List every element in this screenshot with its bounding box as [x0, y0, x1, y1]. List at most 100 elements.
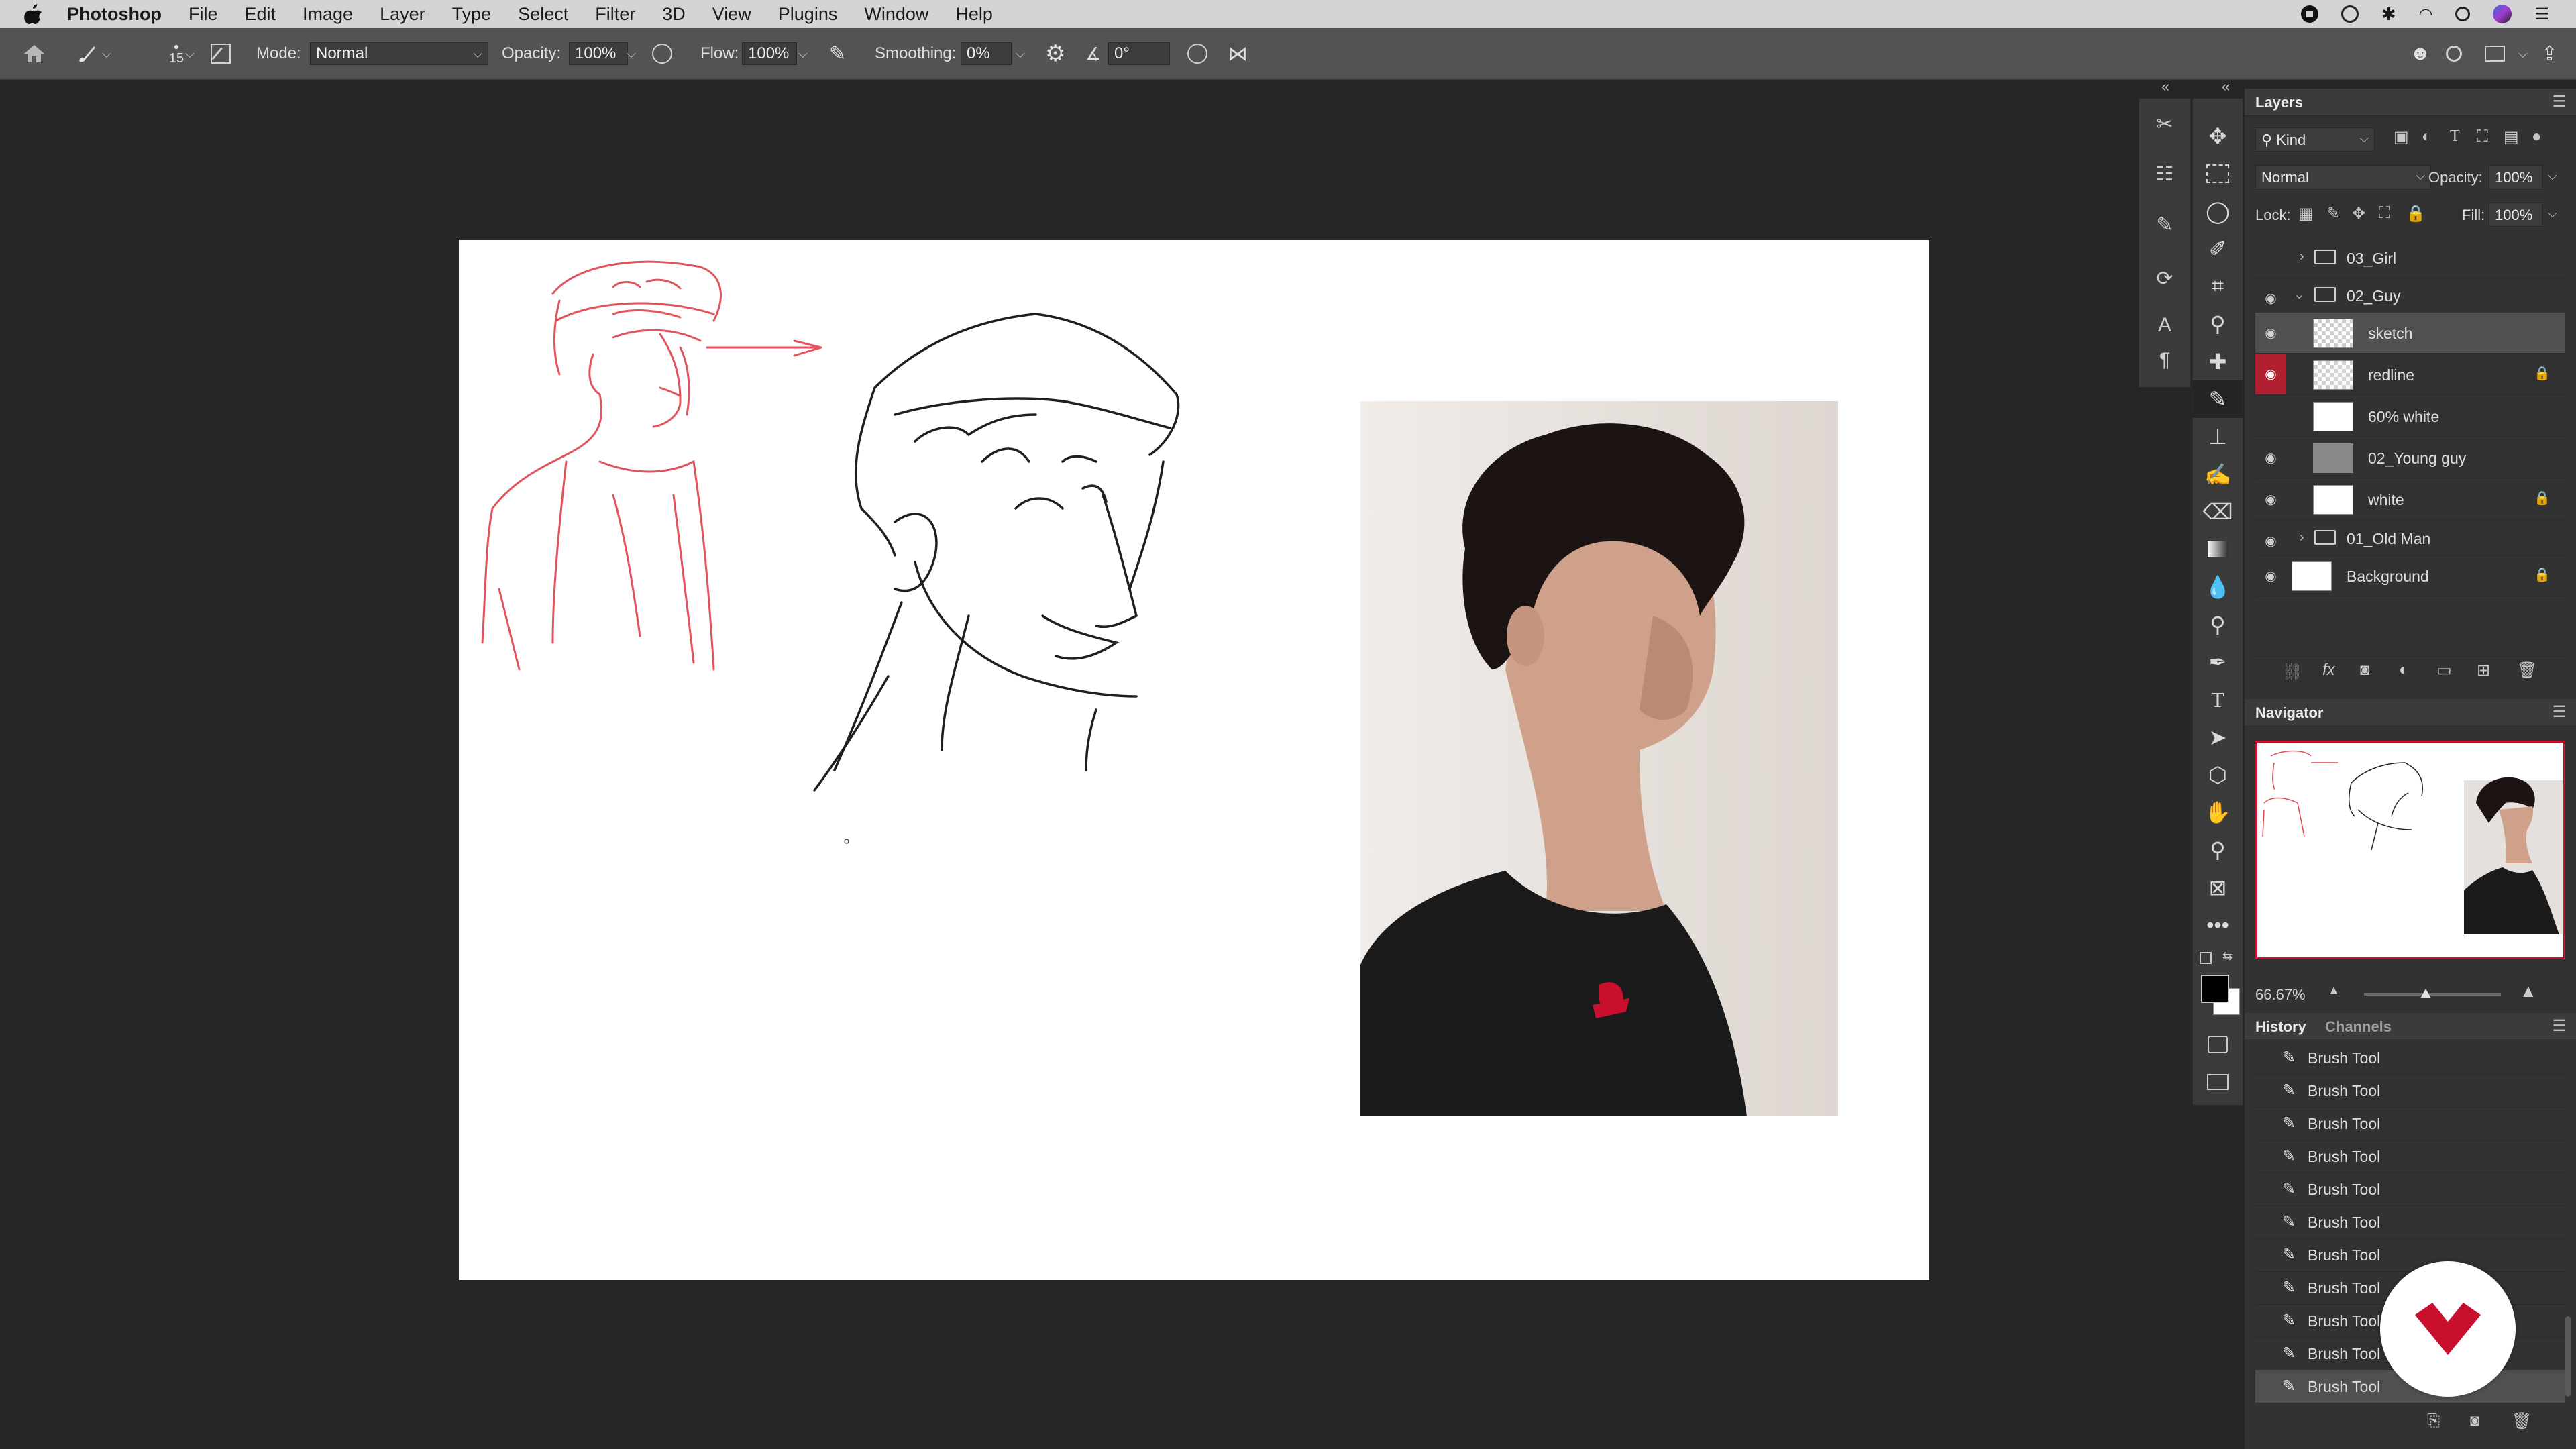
document-canvas[interactable]: [459, 240, 1929, 1280]
link-layers-icon[interactable]: ⛓: [2282, 662, 2302, 682]
lock-all-icon[interactable]: 🔒: [2406, 204, 2426, 223]
default-colors-icon[interactable]: [2200, 952, 2212, 964]
layer-row-sketch[interactable]: ◉ sketch: [2255, 313, 2565, 354]
history-item[interactable]: ✎ Brush Tool: [2255, 1173, 2565, 1206]
frame-tool-icon[interactable]: ⊠: [2193, 869, 2243, 906]
marquee-tool-icon[interactable]: [2193, 155, 2243, 193]
airbrush-icon[interactable]: ✎: [829, 28, 859, 79]
history-scrollbar[interactable]: [2565, 1316, 2571, 1397]
layer-row-03-girl[interactable]: › 03_Girl: [2255, 237, 2565, 278]
angle-field[interactable]: 0°: [1108, 42, 1170, 65]
menu-select[interactable]: Select: [518, 4, 568, 25]
layer-row-white[interactable]: ◉ white 🔒: [2255, 479, 2565, 520]
adjustment-layer-icon[interactable]: ◐: [2399, 661, 2409, 680]
pressure-size-icon[interactable]: [1187, 28, 1217, 79]
delete-layer-icon[interactable]: 🗑: [2517, 661, 2537, 680]
delete-state-icon[interactable]: 🗑: [2512, 1411, 2532, 1431]
brush-size-caret[interactable]: ⌵: [185, 28, 195, 79]
layer-row-01-old-man[interactable]: ◉ › 01_Old Man: [2255, 521, 2565, 556]
menu-window[interactable]: Window: [864, 4, 928, 25]
lock-image-icon[interactable]: ✎: [2326, 204, 2340, 223]
menu-3d[interactable]: 3D: [662, 4, 686, 25]
collapse-toolbar-icon[interactable]: «: [2222, 78, 2230, 95]
new-layer-icon[interactable]: ⊞: [2477, 661, 2490, 680]
navigator-zoom-value[interactable]: 66.67%: [2255, 986, 2306, 1004]
fill-caret[interactable]: ⌵: [2548, 207, 2557, 221]
visibility-eye-icon[interactable]: ◉: [2261, 533, 2281, 549]
menu-type[interactable]: Type: [452, 4, 492, 25]
history-item[interactable]: ✎ Brush Tool: [2255, 1140, 2565, 1173]
zoom-in-mountain-icon[interactable]: ▲: [2520, 981, 2537, 1002]
menu-help[interactable]: Help: [955, 4, 993, 25]
move-tool-icon[interactable]: ✥: [2193, 117, 2243, 155]
foreground-color-swatch[interactable]: [2201, 975, 2229, 1003]
eyedropper-tool-icon[interactable]: ⚲: [2193, 305, 2243, 343]
layer-row-02-young-guy[interactable]: ◉ 02_Young guy: [2255, 437, 2565, 478]
home-icon[interactable]: [17, 28, 51, 79]
control-center-icon[interactable]: ☰: [2534, 5, 2549, 24]
filter-shape-icon[interactable]: ⛶: [2477, 127, 2488, 146]
visibility-eye-icon[interactable]: ◉: [2261, 325, 2281, 341]
flow-field[interactable]: 100%: [742, 42, 797, 65]
menu-edit[interactable]: Edit: [245, 4, 276, 25]
menu-view[interactable]: View: [712, 4, 751, 25]
apple-icon[interactable]: [24, 3, 43, 25]
navigator-panel-menu-icon[interactable]: ☰: [2552, 702, 2567, 722]
brush-tool-preset-icon[interactable]: ⌵: [75, 28, 122, 79]
character-panel-icon[interactable]: A: [2139, 307, 2190, 344]
shape-tool-icon[interactable]: ⬡: [2193, 756, 2243, 794]
filter-toggle-icon[interactable]: ●: [2532, 127, 2542, 146]
path-selection-tool-icon[interactable]: ➤: [2193, 718, 2243, 756]
lock-artboard-icon[interactable]: ⛶: [2379, 204, 2390, 223]
collapse-panels-icon[interactable]: «: [2161, 78, 2169, 95]
record-icon[interactable]: [2300, 5, 2318, 23]
wifi-icon[interactable]: ◠: [2419, 5, 2433, 24]
app-menu[interactable]: Photoshop: [67, 4, 162, 25]
share-user-icon[interactable]: ☻: [2410, 28, 2436, 79]
blend-mode-select[interactable]: Normal ⌵: [2255, 165, 2431, 189]
share-icon[interactable]: ⇪: [2541, 28, 2568, 79]
dodge-tool-icon[interactable]: ⚲: [2193, 606, 2243, 643]
healing-brush-tool-icon[interactable]: ✚: [2193, 343, 2243, 380]
tools-panel-icon[interactable]: ✂: [2139, 105, 2190, 143]
filter-adjustment-icon[interactable]: ◐: [2422, 127, 2432, 146]
clone-stamp-tool-icon[interactable]: ⊥: [2193, 418, 2243, 455]
gradient-tool-icon[interactable]: [2193, 531, 2243, 568]
navigator-preview[interactable]: [2255, 741, 2565, 959]
hand-tool-icon[interactable]: ✋: [2193, 794, 2243, 831]
new-group-icon[interactable]: ▭: [2436, 661, 2452, 680]
channels-tab[interactable]: Channels: [2325, 1018, 2392, 1036]
visibility-eye-icon[interactable]: ◉: [2261, 568, 2281, 584]
bluetooth-icon[interactable]: ✱: [2381, 4, 2396, 25]
quick-mask-icon[interactable]: [2193, 1026, 2243, 1063]
search-icon-options[interactable]: [2446, 28, 2473, 79]
workspace-caret[interactable]: ⌵: [2518, 28, 2528, 79]
eraser-tool-icon[interactable]: ⌫: [2193, 493, 2243, 531]
layer-row-redline[interactable]: ◉ redline 🔒: [2255, 354, 2565, 395]
layers-panel-menu-icon[interactable]: ☰: [2552, 92, 2567, 111]
history-panel-menu-icon[interactable]: ☰: [2552, 1016, 2567, 1036]
lock-position-icon[interactable]: ✥: [2352, 204, 2365, 223]
expand-chevron-icon[interactable]: ›: [2300, 530, 2304, 545]
lock-transparent-icon[interactable]: ▦: [2298, 204, 2314, 223]
layer-filter-kind-select[interactable]: ⚲ Kind ⌵: [2255, 127, 2375, 152]
visibility-eye-icon[interactable]: ◉: [2261, 449, 2281, 466]
zoom-slider-thumb[interactable]: [2420, 989, 2431, 998]
fx-icon[interactable]: fx: [2322, 661, 2335, 680]
smoothing-caret[interactable]: ⌵: [1016, 28, 1025, 79]
pressure-opacity-icon[interactable]: [652, 28, 682, 79]
time-machine-icon[interactable]: [2341, 5, 2359, 23]
visibility-eye-icon[interactable]: ◉: [2261, 491, 2281, 507]
brush-tool-icon[interactable]: ✎: [2193, 380, 2243, 418]
pen-tool-icon[interactable]: ✒: [2193, 643, 2243, 681]
search-icon[interactable]: [2455, 7, 2471, 21]
brush-settings-panel-icon[interactable]: [211, 28, 237, 79]
siri-icon[interactable]: [2493, 5, 2512, 23]
type-tool-icon[interactable]: T: [2193, 681, 2243, 718]
flow-caret[interactable]: ⌵: [798, 28, 808, 79]
history-rotate-icon[interactable]: ⟳: [2139, 260, 2190, 297]
navigator-tab[interactable]: Navigator: [2255, 704, 2323, 722]
zoom-out-mountain-icon[interactable]: ▲: [2328, 983, 2340, 998]
layer-row-60-white[interactable]: 60% white: [2255, 396, 2565, 437]
new-snapshot-camera-icon[interactable]: ◙: [2470, 1411, 2480, 1430]
